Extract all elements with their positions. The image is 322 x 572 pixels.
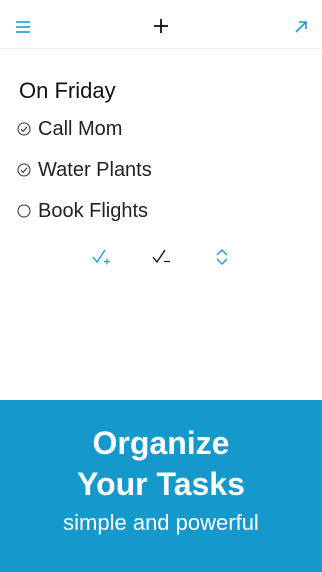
banner-headline-line2: Your Tasks [77,466,245,502]
check-circle-icon [17,163,31,177]
menu-button[interactable] [8,12,38,42]
top-bar [0,0,322,49]
task-row[interactable]: Water Plants [17,155,152,185]
check-plus-icon [92,249,110,265]
hamburger-menu-icon [16,21,30,33]
banner-subtitle: simple and powerful [63,510,259,535]
empty-circle-icon [17,204,31,218]
expand-button[interactable] [286,12,316,42]
task-label: Book Flights [38,200,149,222]
plus-icon [154,19,168,33]
task-row[interactable]: Call Mom [17,114,122,144]
diagonal-arrow-icon [295,21,307,33]
list-title: On Friday [19,78,116,103]
check-circle-icon [17,122,31,136]
list-action-bar [0,244,322,270]
complete-all-button[interactable] [88,244,114,270]
task-label: Water Plants [38,159,152,181]
promo-banner: Organize Your Tasks simple and powerful [0,400,322,572]
completed-checkbox[interactable] [17,163,31,177]
task-row[interactable]: Book Flights [17,196,148,226]
reorder-icon [216,249,228,265]
completed-checkbox[interactable] [17,122,31,136]
clear-completed-button[interactable] [148,244,174,270]
add-task-button[interactable] [146,11,176,41]
reorder-button[interactable] [209,244,235,270]
check-minus-icon [152,249,170,264]
incomplete-checkbox[interactable] [17,204,31,218]
banner-headline-line1: Organize [92,425,230,461]
task-label: Call Mom [38,118,123,140]
